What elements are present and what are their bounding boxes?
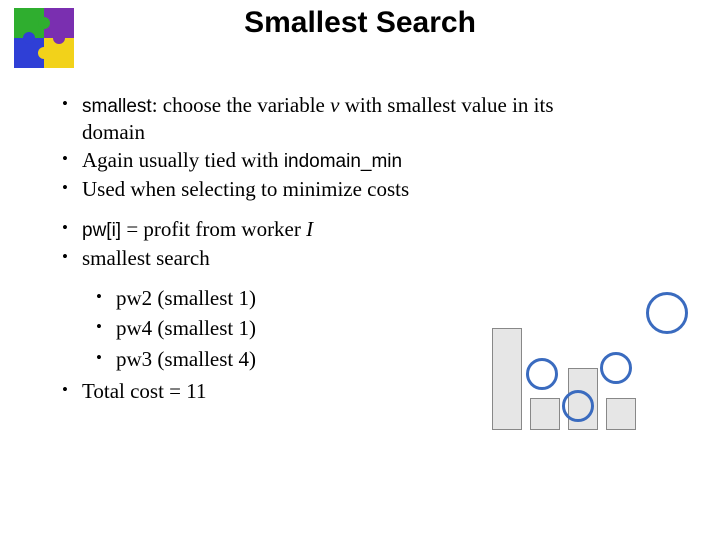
bullet-group-2: pw[i] = profit from worker I smallest se… (60, 216, 620, 271)
code-indomain-min: indomain_min (284, 151, 402, 172)
bar-pw4 (606, 398, 636, 430)
circle-marker-icon (646, 292, 688, 334)
bullet-pw-def: pw[i] = profit from worker I (60, 216, 620, 243)
bullet-indomain: Again usually tied with indomain_min (60, 147, 620, 174)
code-smallest: smallest (82, 96, 152, 117)
circle-marker-icon (562, 390, 594, 422)
slide: Smallest Search smallest: choose the var… (0, 0, 720, 540)
slide-title: Smallest Search (0, 6, 720, 40)
bullet-minimize-costs: Used when selecting to minimize costs (60, 176, 620, 202)
bar-pw1 (492, 328, 522, 430)
bullet-group-1: smallest: choose the variable v with sma… (60, 92, 620, 202)
bullet-smallest-def: smallest: choose the variable v with sma… (60, 92, 620, 145)
text: = profit from worker (121, 217, 306, 241)
bar-diagram (492, 270, 692, 430)
var-i: I (306, 217, 313, 241)
circle-marker-icon (600, 352, 632, 384)
code-pw-i: pw[i] (82, 220, 121, 241)
circle-marker-icon (526, 358, 558, 390)
bullet-smallest-search: smallest search (60, 245, 620, 271)
text: Again usually tied with (82, 148, 284, 172)
bar-pw2 (530, 398, 560, 430)
text: : choose the variable (152, 93, 330, 117)
